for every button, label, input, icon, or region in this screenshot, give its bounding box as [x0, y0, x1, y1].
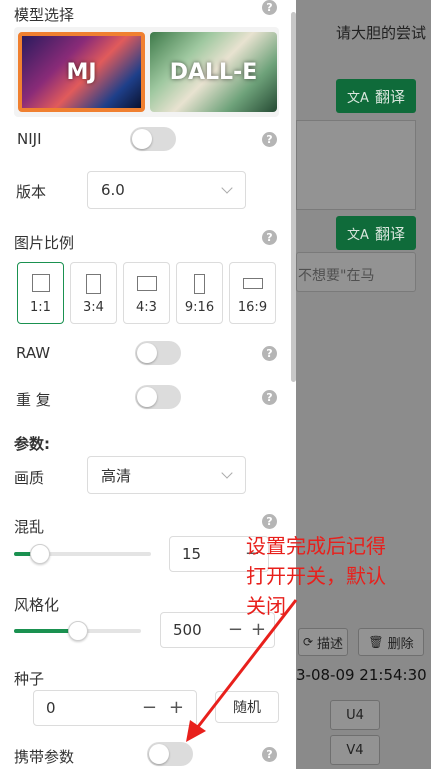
model-select-label: 模型选择 — [14, 6, 75, 24]
v4-button[interactable]: V4 — [330, 735, 380, 765]
stylize-slider[interactable] — [14, 621, 141, 641]
model-selector: MJ DALL-E — [14, 27, 279, 117]
chevron-down-icon — [221, 182, 233, 194]
aspect-ratio-label: 图片比例 — [14, 234, 75, 252]
model-option-dalle[interactable]: DALL-E — [150, 32, 277, 112]
chaos-slider[interactable] — [14, 544, 151, 564]
chevron-down-icon — [221, 467, 233, 479]
version-label: 版本 — [16, 183, 47, 201]
plus-icon[interactable]: + — [251, 619, 266, 640]
settings-panel: 模型选择 ? MJ DALL-E NIJI ? 版本 6.0 图片比例 ? 1:… — [0, 0, 292, 769]
stylize-label: 风格化 — [14, 596, 60, 614]
translate-button-2[interactable]: 文A 翻译 — [336, 216, 416, 250]
help-icon[interactable]: ? — [262, 346, 277, 361]
square-icon — [31, 274, 50, 292]
carry-params-toggle[interactable] — [147, 742, 193, 766]
translate-button[interactable]: 文A 翻译 — [336, 79, 416, 113]
delete-button[interactable]: 🗑 删除 — [358, 628, 424, 656]
landscape-icon — [136, 276, 157, 291]
help-icon[interactable]: ? — [262, 132, 277, 147]
quality-label: 画质 — [14, 469, 45, 487]
slider-handle[interactable] — [30, 544, 50, 564]
timestamp: 3-08-09 21:54:30 — [296, 666, 427, 684]
background-title: 请大胆的尝试 — [336, 24, 427, 42]
slider-handle[interactable] — [68, 621, 88, 641]
seed-label: 种子 — [14, 670, 45, 688]
help-icon[interactable]: ? — [262, 514, 277, 529]
raw-label: RAW — [16, 344, 51, 362]
chaos-label: 混乱 — [14, 518, 45, 536]
ratio-option-4-3[interactable]: 4:3 — [123, 262, 170, 324]
trash-icon: 🗑 — [368, 635, 384, 649]
help-icon[interactable]: ? — [262, 0, 277, 15]
niji-toggle[interactable] — [130, 127, 176, 151]
u4-button[interactable]: U4 — [330, 700, 380, 730]
model-name: DALL-E — [169, 59, 258, 85]
repeat-label: 重 复 — [16, 391, 51, 409]
model-option-mj[interactable]: MJ — [18, 32, 145, 112]
translate-icon: 文A — [347, 227, 369, 243]
negative-prompt-placeholder: 不想要"在马 — [298, 268, 375, 284]
carry-params-label: 携带参数 — [14, 748, 75, 766]
version-select[interactable]: 6.0 — [87, 171, 246, 209]
annotation-text: 设置完成后记得打开开关，默认关闭 — [246, 534, 386, 618]
ratio-option-9-16[interactable]: 9:16 — [176, 262, 223, 324]
ratio-option-3-4[interactable]: 3:4 — [70, 262, 117, 324]
wide-landscape-icon — [242, 278, 263, 289]
params-heading: 参数: — [14, 435, 50, 453]
help-icon[interactable]: ? — [262, 747, 277, 762]
refresh-icon: ⟳ — [302, 635, 314, 649]
niji-label: NIJI — [17, 130, 42, 148]
help-icon[interactable]: ? — [262, 390, 277, 405]
repeat-toggle[interactable] — [135, 385, 181, 409]
plus-icon[interactable]: + — [169, 697, 184, 718]
tall-portrait-icon — [194, 274, 205, 294]
minus-icon[interactable]: − — [228, 619, 243, 640]
quality-select[interactable]: 高清 — [87, 456, 246, 494]
describe-button[interactable]: ⟳ 描述 — [298, 628, 348, 656]
translate-icon: 文A — [347, 90, 369, 106]
background-textarea — [296, 120, 416, 210]
ratio-option-1-1[interactable]: 1:1 — [17, 262, 64, 324]
minus-icon[interactable]: − — [142, 697, 157, 718]
portrait-icon — [86, 274, 101, 294]
ratio-option-16-9[interactable]: 16:9 — [229, 262, 276, 324]
raw-toggle[interactable] — [135, 341, 181, 365]
scrollbar[interactable] — [291, 12, 296, 382]
random-seed-button[interactable]: 随机 — [215, 691, 279, 723]
model-name: MJ — [66, 59, 97, 85]
help-icon[interactable]: ? — [262, 230, 277, 245]
seed-input[interactable]: 0 − + — [33, 690, 197, 726]
background-app: 请大胆的尝试 文A 翻译 文A 翻译 不想要"在马 ⟳ 描述 🗑 删除 3-08… — [296, 0, 431, 769]
